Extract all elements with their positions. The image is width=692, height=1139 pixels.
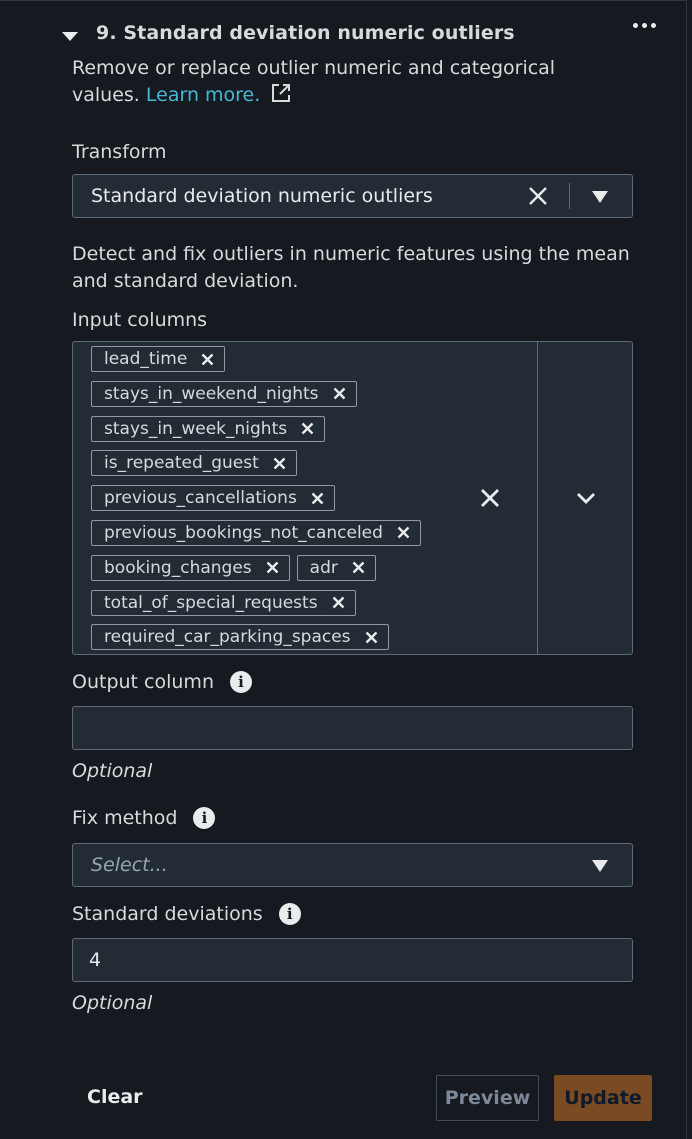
dropdown-triangle-icon[interactable] (592, 860, 608, 872)
preview-button[interactable]: Preview (436, 1075, 539, 1121)
input-columns-multiselect[interactable]: lead_time stays_in_weekend_nights stays_in… (72, 341, 633, 655)
transform-select[interactable]: Standard deviation numeric outliers (72, 174, 633, 218)
chevron-down-icon[interactable] (575, 491, 597, 505)
transform-step-panel: 9. Standard deviation numeric outliers R… (0, 0, 687, 1139)
std-devs-label: Standard deviations i (72, 903, 301, 925)
fix-method-label-text: Fix method (72, 807, 178, 829)
token-row: stays_in_week_nights (91, 415, 451, 451)
token-row: lead_time (91, 346, 451, 381)
token-row: total_of_special_requests (91, 589, 451, 625)
column-token: booking_changes (91, 554, 290, 581)
step-title: 9. Standard deviation numeric outliers (96, 22, 515, 44)
select-divider (569, 183, 570, 209)
input-columns-label: Input columns (72, 309, 208, 331)
token-row: is_repeated_guest (91, 450, 451, 485)
fix-method-placeholder: Select... (91, 854, 168, 876)
transform-selected-value: Standard deviation numeric outliers (91, 185, 433, 207)
output-column-optional: Optional (72, 760, 153, 782)
more-options-icon[interactable] (633, 23, 656, 28)
remove-token-icon[interactable] (333, 387, 346, 400)
remove-token-icon[interactable] (266, 561, 279, 574)
column-token: stays_in_week_nights (91, 415, 326, 442)
column-token: lead_time (91, 346, 226, 372)
column-token-label: previous_cancellations (104, 488, 297, 509)
remove-token-icon[interactable] (273, 457, 286, 470)
learn-more-link[interactable]: Learn more. (146, 84, 260, 106)
std-devs-label-text: Standard deviations (72, 903, 263, 925)
fix-method-label: Fix method i (72, 807, 216, 829)
info-icon[interactable]: i (193, 807, 216, 829)
column-token-label: booking_changes (104, 557, 252, 578)
update-button[interactable]: Update (554, 1075, 652, 1121)
column-token: total_of_special_requests (91, 589, 356, 616)
output-column-label-text: Output column (72, 671, 214, 693)
transform-hint: Detect and fix outliers in numeric featu… (72, 243, 630, 292)
output-column-input[interactable] (72, 706, 633, 750)
column-token-label: total_of_special_requests (104, 592, 318, 613)
clear-all-icon[interactable] (480, 488, 500, 508)
remove-token-icon[interactable] (201, 353, 214, 366)
remove-token-icon[interactable] (311, 492, 324, 505)
dropdown-triangle-icon[interactable] (592, 191, 608, 203)
remove-token-icon[interactable] (352, 561, 365, 574)
description-text: Remove or replace outlier numeric and ca… (72, 57, 556, 106)
token-row: previous_cancellations (91, 485, 451, 520)
token-row: previous_bookings_not_canceled (91, 519, 451, 555)
column-token: previous_cancellations (91, 485, 335, 512)
remove-token-icon[interactable] (332, 596, 345, 609)
column-token-label: required_car_parking_spaces (104, 627, 351, 648)
column-token-label: stays_in_weekend_nights (104, 383, 319, 404)
fix-method-select[interactable]: Select... (72, 843, 633, 887)
dot-icon (642, 23, 647, 28)
remove-token-icon[interactable] (365, 631, 378, 644)
external-link-icon (272, 84, 291, 102)
info-icon[interactable]: i (229, 671, 252, 693)
remove-token-icon[interactable] (397, 526, 410, 539)
step-description: Remove or replace outlier numeric and ca… (72, 55, 612, 109)
token-row: booking_changes adr (91, 554, 451, 590)
output-column-label: Output column i (72, 671, 252, 693)
column-token-label: previous_bookings_not_canceled (104, 522, 383, 543)
dot-icon (633, 23, 638, 28)
column-token: is_repeated_guest (91, 450, 297, 477)
column-token: previous_bookings_not_canceled (91, 519, 421, 546)
column-token-label: stays_in_week_nights (104, 418, 288, 439)
column-token: required_car_parking_spaces (91, 624, 389, 651)
step-header: 9. Standard deviation numeric outliers (62, 19, 666, 47)
info-icon[interactable]: i (278, 903, 301, 925)
column-token: stays_in_weekend_nights (91, 380, 357, 407)
column-token-label: is_repeated_guest (104, 453, 259, 474)
token-row: stays_in_weekend_nights (91, 380, 451, 416)
clear-selection-icon[interactable] (528, 186, 548, 206)
multiselect-divider (537, 342, 538, 654)
selected-columns: lead_time stays_in_weekend_nights stays_in… (91, 346, 451, 659)
column-token-label: adr (309, 557, 338, 578)
column-token-label: lead_time (104, 349, 188, 369)
dot-icon (651, 23, 656, 28)
collapse-caret-icon[interactable] (62, 31, 78, 41)
remove-token-icon[interactable] (301, 422, 314, 435)
std-devs-input[interactable]: 4 (72, 938, 633, 982)
transform-label: Transform (72, 141, 167, 163)
column-token: adr (296, 554, 376, 581)
clear-button[interactable]: Clear (87, 1086, 143, 1108)
token-row: required_car_parking_spaces (91, 624, 451, 659)
std-devs-optional: Optional (72, 992, 153, 1014)
